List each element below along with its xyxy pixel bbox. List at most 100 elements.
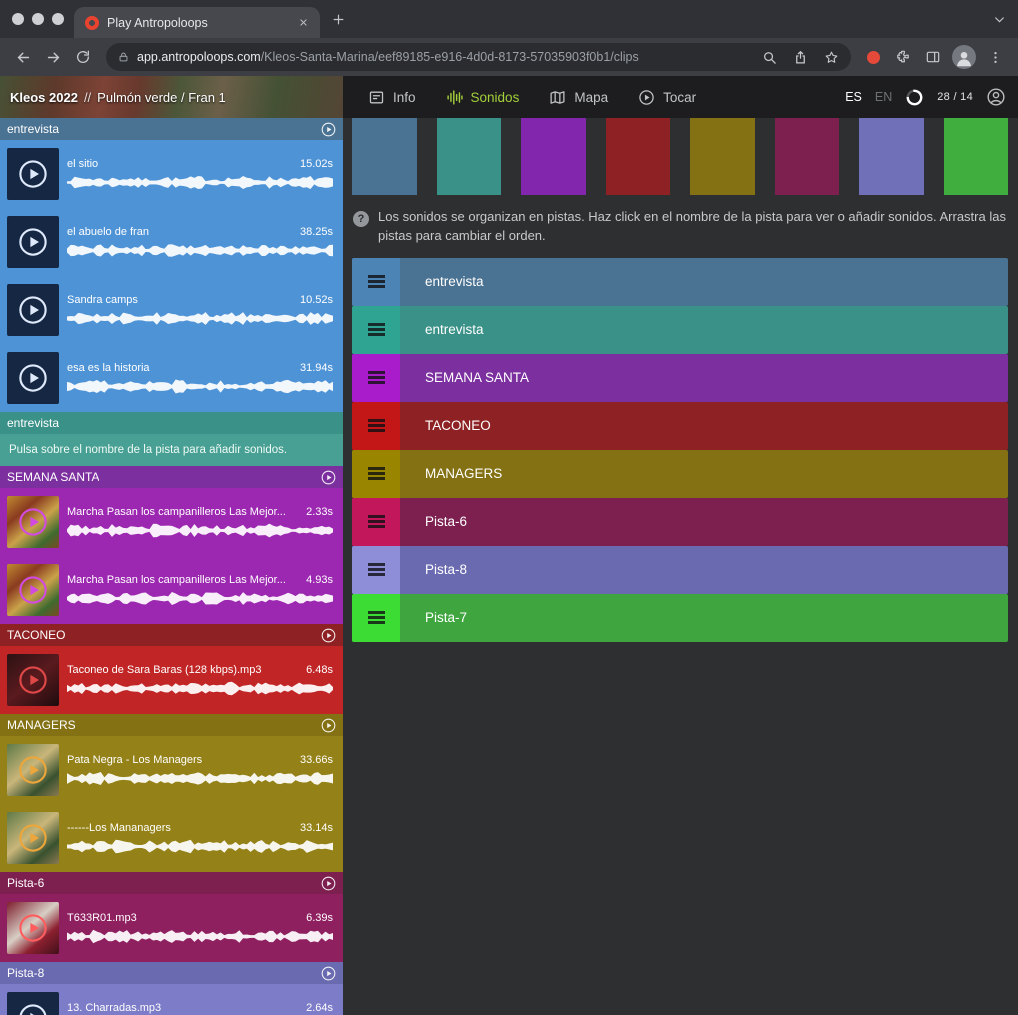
track-row[interactable]: entrevista (352, 258, 1008, 306)
zoom-window-button[interactable] (52, 13, 64, 25)
waveform (67, 839, 333, 854)
clip-play-icon[interactable] (18, 823, 48, 853)
clip-thumbnail[interactable] (7, 496, 59, 548)
clip[interactable]: ------Los Mananagers33.14s (0, 804, 343, 872)
clip-play-icon[interactable] (18, 227, 48, 257)
drag-handle[interactable] (352, 306, 400, 354)
clip-play-icon[interactable] (18, 913, 48, 943)
lock-icon[interactable] (118, 51, 129, 63)
track-row[interactable]: MANAGERS (352, 450, 1008, 498)
track-row[interactable]: entrevista (352, 306, 1008, 354)
project-separator: // (84, 90, 91, 105)
clip-thumbnail[interactable] (7, 564, 59, 616)
clip-body: Taconeo de Sara Baras (128 kbps).mp36.48… (67, 664, 333, 696)
clip-thumbnail[interactable] (7, 284, 59, 336)
zoom-search-icon[interactable] (762, 50, 777, 65)
recording-extension-icon[interactable] (867, 51, 880, 64)
side-panel-icon[interactable] (918, 42, 948, 72)
track-row[interactable]: SEMANA SANTA (352, 354, 1008, 402)
clip-play-icon[interactable] (18, 575, 48, 605)
track-row[interactable]: Pista-8 (352, 546, 1008, 594)
track-row[interactable]: Pista-6 (352, 498, 1008, 546)
drag-handle[interactable] (352, 546, 400, 594)
drag-handle[interactable] (352, 402, 400, 450)
drag-handle[interactable] (352, 498, 400, 546)
profile-avatar[interactable] (952, 45, 976, 69)
clip-thumbnail[interactable] (7, 352, 59, 404)
forward-icon[interactable] (38, 42, 68, 72)
clip[interactable]: Marcha Pasan los campanilleros Las Mejor… (0, 488, 343, 556)
clip-play-icon[interactable] (18, 159, 48, 189)
clip[interactable]: Marcha Pasan los campanilleros Las Mejor… (0, 556, 343, 624)
clip[interactable]: Sandra camps10.52s (0, 276, 343, 344)
track-play-icon[interactable] (321, 122, 336, 137)
track-header[interactable]: entrevista (0, 412, 343, 434)
tab-close-icon[interactable] (294, 14, 312, 32)
track-play-icon[interactable] (321, 718, 336, 733)
minimize-window-button[interactable] (32, 13, 44, 25)
clip-name: 13. Charradas.mp3 (67, 1002, 161, 1014)
drag-handle[interactable] (352, 258, 400, 306)
bookmark-star-icon[interactable] (824, 50, 839, 65)
lang-en-toggle[interactable]: EN (875, 90, 892, 104)
track-header[interactable]: entrevista (0, 118, 343, 140)
clip[interactable]: 13. Charradas.mp32.64s (0, 984, 343, 1015)
clip-play-icon[interactable] (18, 295, 48, 325)
clip[interactable]: Taconeo de Sara Baras (128 kbps).mp36.48… (0, 646, 343, 714)
new-tab-button[interactable] (324, 5, 352, 33)
clip-thumbnail[interactable] (7, 148, 59, 200)
clip[interactable]: el sitio15.02s (0, 140, 343, 208)
track-play-icon[interactable] (321, 628, 336, 643)
tab-info[interactable]: Info (353, 76, 431, 118)
clip[interactable]: Pata Negra - Los Managers33.66s (0, 736, 343, 804)
clip-thumbnail[interactable] (7, 654, 59, 706)
clip-play-icon[interactable] (18, 363, 48, 393)
address-bar[interactable]: app.antropoloops.com/Kleos-Santa-Marina/… (106, 43, 851, 71)
clip-thumbnail[interactable] (7, 992, 59, 1015)
account-icon[interactable] (986, 87, 1006, 107)
clip-thumbnail[interactable] (7, 744, 59, 796)
clip-play-icon[interactable] (18, 755, 48, 785)
clip[interactable]: el abuelo de fran38.25s (0, 208, 343, 276)
drag-handle[interactable] (352, 594, 400, 642)
share-icon[interactable] (793, 50, 808, 65)
tab-search-chevron-icon[interactable] (993, 13, 1006, 26)
track-row-label: entrevista (400, 258, 484, 306)
track-row[interactable]: Pista-7 (352, 594, 1008, 642)
track-header[interactable]: SEMANA SANTA (0, 466, 343, 488)
extensions-puzzle-icon[interactable] (888, 42, 918, 72)
track-play-icon[interactable] (321, 470, 336, 485)
browser-menu-kebab-icon[interactable] (980, 42, 1010, 72)
clip-thumbnail[interactable] (7, 902, 59, 954)
clip-thumbnail[interactable] (7, 216, 59, 268)
browser-tab[interactable]: Play Antropoloops (74, 7, 320, 38)
clip-play-icon[interactable] (18, 507, 48, 537)
tab-tocar[interactable]: Tocar (623, 76, 711, 118)
track-play-icon[interactable] (321, 876, 336, 891)
waveform (67, 771, 333, 786)
track-name: entrevista (7, 416, 59, 430)
clip-play-icon[interactable] (18, 1003, 48, 1015)
drag-handle[interactable] (352, 354, 400, 402)
drag-handle[interactable] (352, 450, 400, 498)
track-header[interactable]: Pista-6 (0, 872, 343, 894)
lang-es-toggle[interactable]: ES (845, 90, 862, 104)
clip[interactable]: T633R01.mp36.39s (0, 894, 343, 962)
clip[interactable]: esa es la historia31.94s (0, 344, 343, 412)
help-question-icon: ? (353, 211, 369, 227)
track-header[interactable]: Pista-8 (0, 962, 343, 984)
reload-icon[interactable] (68, 42, 98, 72)
close-window-button[interactable] (12, 13, 24, 25)
project-banner[interactable]: Kleos 2022 // Pulmón verde / Fran 1 (0, 76, 343, 118)
clip-name: Pata Negra - Los Managers (67, 754, 202, 766)
track-play-icon[interactable] (321, 966, 336, 981)
track-header[interactable]: TACONEO (0, 624, 343, 646)
track-row[interactable]: TACONEO (352, 402, 1008, 450)
waveform (67, 929, 333, 944)
tab-mapa[interactable]: Mapa (534, 76, 623, 118)
back-icon[interactable] (8, 42, 38, 72)
clip-thumbnail[interactable] (7, 812, 59, 864)
tab-sonidos[interactable]: Sonidos (431, 76, 535, 118)
track-header[interactable]: MANAGERS (0, 714, 343, 736)
clip-play-icon[interactable] (18, 665, 48, 695)
